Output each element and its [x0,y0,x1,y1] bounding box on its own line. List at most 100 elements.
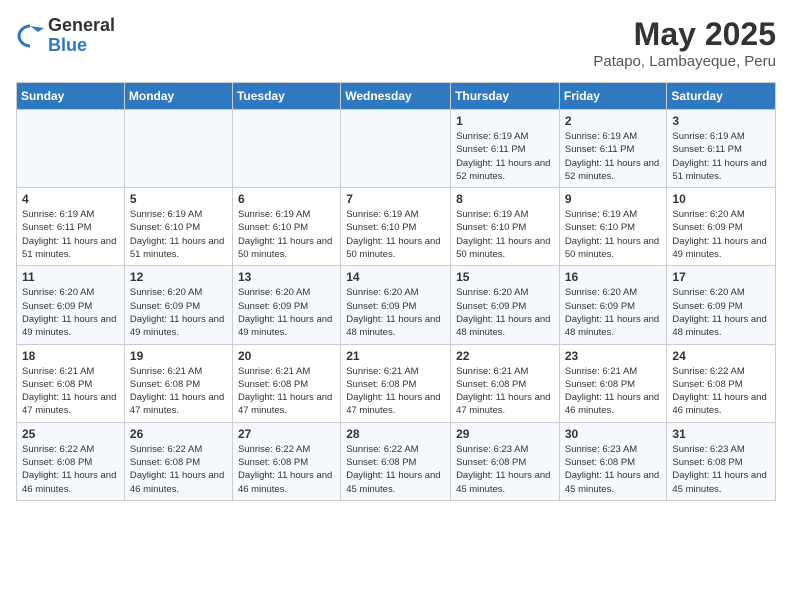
day-of-week-header: Monday [124,83,232,110]
calendar-cell: 19 Sunrise: 6:21 AM Sunset: 6:08 PM Dayli… [124,344,232,422]
month-title: May 2025 [593,16,776,53]
day-info: Sunrise: 6:19 AM Sunset: 6:11 PM Dayligh… [565,130,662,183]
page-header: General Blue May 2025 Patapo, Lambayeque… [16,16,776,70]
day-info: Sunrise: 6:21 AM Sunset: 6:08 PM Dayligh… [346,365,445,418]
day-info: Sunrise: 6:19 AM Sunset: 6:11 PM Dayligh… [456,130,554,183]
logo-general: General [48,16,115,36]
day-info: Sunrise: 6:20 AM Sunset: 6:09 PM Dayligh… [565,286,662,339]
calendar-week-row: 25 Sunrise: 6:22 AM Sunset: 6:08 PM Dayli… [17,422,776,500]
day-number: 24 [672,349,770,363]
logo-icon [16,22,44,50]
day-number: 28 [346,427,445,441]
calendar-cell: 5Sunrise: 6:19 AM Sunset: 6:10 PM Daylig… [124,188,232,266]
day-info: Sunrise: 6:20 AM Sunset: 6:09 PM Dayligh… [672,286,770,339]
day-number: 16 [565,270,662,284]
day-number: 1 [456,114,554,128]
day-info: Sunrise: 6:19 AM Sunset: 6:10 PM Dayligh… [346,208,445,261]
day-number: 21 [346,349,445,363]
calendar-week-row: 4Sunrise: 6:19 AM Sunset: 6:11 PM Daylig… [17,188,776,266]
day-of-week-header: Tuesday [232,83,340,110]
day-of-week-header: Friday [559,83,667,110]
day-info: Sunrise: 6:19 AM Sunset: 6:11 PM Dayligh… [22,208,119,261]
day-number: 22 [456,349,554,363]
calendar-week-row: 18 Sunrise: 6:21 AM Sunset: 6:08 PM Dayli… [17,344,776,422]
day-info: Sunrise: 6:22 AM Sunset: 6:08 PM Dayligh… [22,443,119,496]
day-number: 11 [22,270,119,284]
calendar-cell: 13 Sunrise: 6:20 AM Sunset: 6:09 PM Dayli… [232,266,340,344]
day-info: Sunrise: 6:23 AM Sunset: 6:08 PM Dayligh… [456,443,554,496]
calendar-cell: 28 Sunrise: 6:22 AM Sunset: 6:08 PM Dayli… [341,422,451,500]
calendar-cell: 12 Sunrise: 6:20 AM Sunset: 6:09 PM Dayli… [124,266,232,344]
day-number: 15 [456,270,554,284]
day-info: Sunrise: 6:20 AM Sunset: 6:09 PM Dayligh… [22,286,119,339]
day-number: 25 [22,427,119,441]
calendar-cell: 4Sunrise: 6:19 AM Sunset: 6:11 PM Daylig… [17,188,125,266]
location-subtitle: Patapo, Lambayeque, Peru [593,53,776,70]
calendar-cell: 23Sunrise: 6:21 AM Sunset: 6:08 PM Dayli… [559,344,667,422]
calendar-cell: 3Sunrise: 6:19 AM Sunset: 6:11 PM Daylig… [667,110,776,188]
calendar-cell: 2 Sunrise: 6:19 AM Sunset: 6:11 PM Daylig… [559,110,667,188]
calendar-week-row: 1 Sunrise: 6:19 AM Sunset: 6:11 PM Daylig… [17,110,776,188]
day-of-week-header: Saturday [667,83,776,110]
day-info: Sunrise: 6:19 AM Sunset: 6:10 PM Dayligh… [238,208,335,261]
day-info: Sunrise: 6:23 AM Sunset: 6:08 PM Dayligh… [565,443,662,496]
day-number: 14 [346,270,445,284]
day-number: 19 [130,349,227,363]
calendar-cell: 18 Sunrise: 6:21 AM Sunset: 6:08 PM Dayli… [17,344,125,422]
calendar-cell: 31Sunrise: 6:23 AM Sunset: 6:08 PM Dayli… [667,422,776,500]
day-info: Sunrise: 6:20 AM Sunset: 6:09 PM Dayligh… [238,286,335,339]
day-number: 26 [130,427,227,441]
calendar-cell: 30 Sunrise: 6:23 AM Sunset: 6:08 PM Dayli… [559,422,667,500]
day-number: 30 [565,427,662,441]
day-number: 3 [672,114,770,128]
day-number: 18 [22,349,119,363]
day-number: 5 [130,192,227,206]
day-number: 27 [238,427,335,441]
calendar-cell: 15Sunrise: 6:20 AM Sunset: 6:09 PM Dayli… [451,266,560,344]
calendar-cell: 9 Sunrise: 6:19 AM Sunset: 6:10 PM Daylig… [559,188,667,266]
day-info: Sunrise: 6:21 AM Sunset: 6:08 PM Dayligh… [565,365,662,418]
day-info: Sunrise: 6:21 AM Sunset: 6:08 PM Dayligh… [238,365,335,418]
day-info: Sunrise: 6:22 AM Sunset: 6:08 PM Dayligh… [130,443,227,496]
day-number: 12 [130,270,227,284]
day-info: Sunrise: 6:21 AM Sunset: 6:08 PM Dayligh… [22,365,119,418]
day-number: 9 [565,192,662,206]
day-info: Sunrise: 6:20 AM Sunset: 6:09 PM Dayligh… [130,286,227,339]
day-info: Sunrise: 6:20 AM Sunset: 6:09 PM Dayligh… [672,208,770,261]
calendar-header-row: SundayMondayTuesdayWednesdayThursdayFrid… [17,83,776,110]
calendar-cell: 25 Sunrise: 6:22 AM Sunset: 6:08 PM Dayli… [17,422,125,500]
calendar-cell [124,110,232,188]
day-number: 13 [238,270,335,284]
day-number: 2 [565,114,662,128]
calendar-cell: 21 Sunrise: 6:21 AM Sunset: 6:08 PM Dayli… [341,344,451,422]
day-info: Sunrise: 6:21 AM Sunset: 6:08 PM Dayligh… [456,365,554,418]
day-info: Sunrise: 6:21 AM Sunset: 6:08 PM Dayligh… [130,365,227,418]
logo: General Blue [16,16,115,56]
calendar-cell: 16 Sunrise: 6:20 AM Sunset: 6:09 PM Dayli… [559,266,667,344]
calendar-cell: 10 Sunrise: 6:20 AM Sunset: 6:09 PM Dayli… [667,188,776,266]
calendar-cell: 1 Sunrise: 6:19 AM Sunset: 6:11 PM Daylig… [451,110,560,188]
title-block: May 2025 Patapo, Lambayeque, Peru [593,16,776,70]
calendar-cell: 20 Sunrise: 6:21 AM Sunset: 6:08 PM Dayli… [232,344,340,422]
day-number: 7 [346,192,445,206]
day-number: 8 [456,192,554,206]
day-info: Sunrise: 6:22 AM Sunset: 6:08 PM Dayligh… [346,443,445,496]
logo-text: General Blue [48,16,115,56]
day-number: 6 [238,192,335,206]
calendar-cell: 22 Sunrise: 6:21 AM Sunset: 6:08 PM Dayli… [451,344,560,422]
calendar-cell: 14Sunrise: 6:20 AM Sunset: 6:09 PM Dayli… [341,266,451,344]
day-of-week-header: Thursday [451,83,560,110]
calendar-cell: 8Sunrise: 6:19 AM Sunset: 6:10 PM Daylig… [451,188,560,266]
day-number: 20 [238,349,335,363]
day-info: Sunrise: 6:19 AM Sunset: 6:10 PM Dayligh… [565,208,662,261]
calendar-cell [17,110,125,188]
calendar-cell: 27Sunrise: 6:22 AM Sunset: 6:08 PM Dayli… [232,422,340,500]
day-number: 10 [672,192,770,206]
calendar-cell: 29Sunrise: 6:23 AM Sunset: 6:08 PM Dayli… [451,422,560,500]
calendar-table: SundayMondayTuesdayWednesdayThursdayFrid… [16,82,776,501]
day-of-week-header: Sunday [17,83,125,110]
day-of-week-header: Wednesday [341,83,451,110]
calendar-cell: 26 Sunrise: 6:22 AM Sunset: 6:08 PM Dayli… [124,422,232,500]
logo-blue: Blue [48,36,115,56]
calendar-cell: 24Sunrise: 6:22 AM Sunset: 6:08 PM Dayli… [667,344,776,422]
